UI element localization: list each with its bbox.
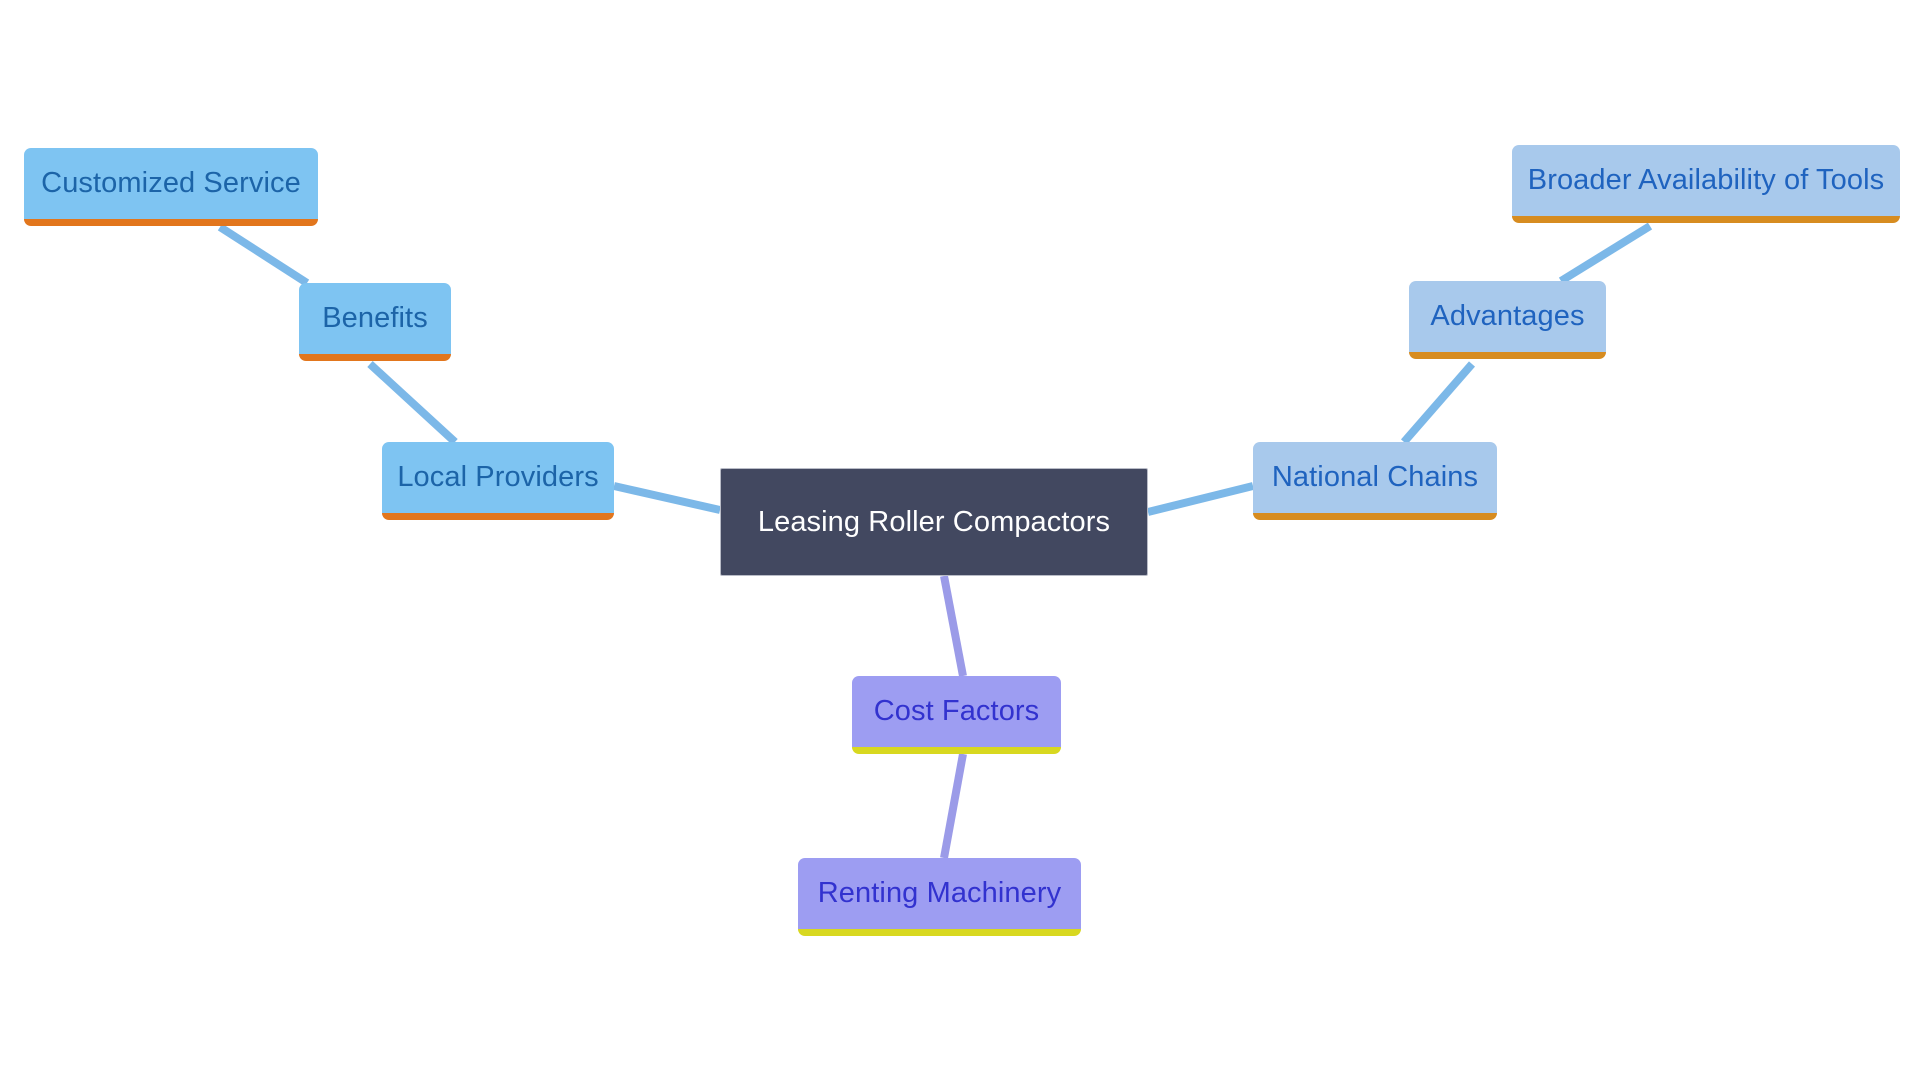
node-label-advantages: Advantages (1430, 300, 1585, 332)
edge-advantages-broader-availability (1558, 222, 1653, 285)
node-label-benefits: Benefits (322, 302, 428, 334)
edge-root-local-providers (613, 482, 721, 514)
node-customized-service[interactable]: Customized Service (24, 148, 318, 226)
node-advantages[interactable]: Advantages (1409, 281, 1606, 359)
node-label-customized-service: Customized Service (41, 167, 301, 199)
node-renting-machinery[interactable]: Renting Machinery (798, 858, 1081, 936)
node-label-renting-machinery: Renting Machinery (817, 877, 1062, 909)
node-label-cost-factors: Cost Factors (873, 695, 1040, 727)
node-benefits[interactable]: Benefits (299, 283, 451, 361)
node-label-local-providers: Local Providers (397, 461, 599, 493)
node-national-chains[interactable]: National Chains (1253, 442, 1497, 520)
mindmap-canvas: Leasing Roller Compactors Customized Serv… (0, 0, 1920, 1080)
node-label-national-chains: National Chains (1271, 461, 1479, 493)
node-broader-availability[interactable]: Broader Availability of Tools (1512, 145, 1900, 223)
edge-root-national-chains (1147, 482, 1254, 516)
node-root[interactable]: Leasing Roller Compactors (720, 468, 1148, 576)
edge-root-cost-factors (940, 575, 967, 677)
edge-local-providers-benefits (367, 361, 458, 445)
node-cost-factors[interactable]: Cost Factors (852, 676, 1061, 754)
node-label-root: Leasing Roller Compactors (757, 505, 1111, 538)
edge-benefits-customized-service (217, 223, 310, 287)
node-label-broader-availability: Broader Availability of Tools (1527, 164, 1885, 196)
edge-cost-factors-renting-machinery (940, 753, 967, 859)
edge-national-chains-advantages (1400, 361, 1476, 445)
node-local-providers[interactable]: Local Providers (382, 442, 614, 520)
